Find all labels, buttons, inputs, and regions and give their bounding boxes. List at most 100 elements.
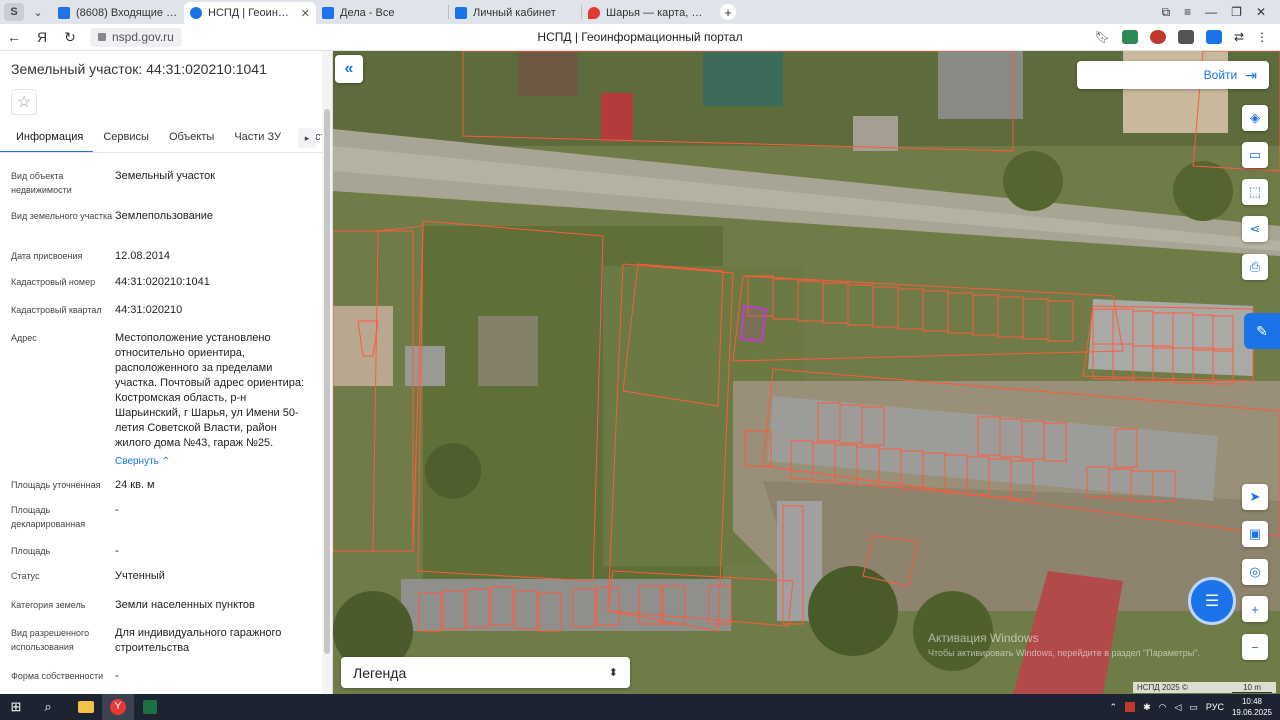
login-button[interactable]: Войти ⇥ <box>1077 61 1269 89</box>
browser-tab-nspd[interactable]: НСПД | Геоинформационный ✕ <box>184 2 316 24</box>
property-key: Форма собственности <box>11 671 104 681</box>
url-field[interactable]: nspd.gov.ru <box>90 27 182 47</box>
tabs-list-icon[interactable]: ⌄ <box>28 3 48 21</box>
collapse-panel-button[interactable]: « <box>335 55 363 83</box>
property-value: Для индивидуального гаражного строительс… <box>115 627 282 654</box>
tab-services[interactable]: Сервисы <box>93 123 159 152</box>
copyright-text: НСПД 2025 © <box>1137 683 1188 692</box>
new-tab-button[interactable]: + <box>720 4 736 20</box>
extension-icon[interactable] <box>1177 30 1194 44</box>
favorite-star-icon[interactable]: ☆ <box>11 89 37 115</box>
back-icon[interactable]: ← <box>0 29 28 45</box>
map-view[interactable]: « Войти ⇥ ◈ ▭ ⬚ ⋖ ⎙ ✎ ➤ ▣ ◎ + − ☰ Актива… <box>333 51 1280 694</box>
translate-icon[interactable]: ⇄ <box>1234 30 1244 44</box>
tab-objects[interactable]: Объекты <box>159 123 224 152</box>
clock-time: 10:48 <box>1241 697 1262 706</box>
layers-button[interactable]: ◈ <box>1242 105 1268 131</box>
tray-app-icon[interactable]: ✱ <box>1143 702 1151 713</box>
support-chat-button[interactable]: ☰ <box>1188 577 1236 625</box>
search-icon[interactable]: ⌕ <box>32 694 64 720</box>
satellite-imagery <box>333 51 1280 694</box>
downloads-icon[interactable]: ≡ <box>1184 5 1191 19</box>
property-row: Вид объекта недвижимости Земельный участ… <box>11 169 315 197</box>
file-explorer-icon[interactable] <box>70 694 102 720</box>
property-key: Вид разрешенного использования <box>11 628 90 652</box>
menu-icon[interactable]: ⋮ <box>1256 30 1268 44</box>
side-panel-toggle[interactable]: ✎ <box>1244 313 1280 349</box>
tab-parts[interactable]: Части ЗУ <box>224 123 291 152</box>
browser-tab-tasks[interactable]: Дела - Все <box>316 2 448 24</box>
volume-icon[interactable]: ◁ <box>1174 702 1181 713</box>
search-location-button[interactable]: ◎ <box>1242 559 1268 585</box>
mail-icon <box>58 7 70 19</box>
info-tabs: Информация Сервисы Объекты Части ЗУ Сост… <box>0 123 322 153</box>
tab-title: Дела - Все <box>340 7 395 19</box>
wifi-icon[interactable]: ◠ <box>1159 702 1167 713</box>
browser-tab-cabinet[interactable]: Личный кабинет <box>449 2 581 24</box>
property-key: Вид объекта недвижимости <box>11 171 72 195</box>
yandex-browser-taskbar-icon[interactable]: Y <box>102 694 134 720</box>
property-value: 24 кв. м <box>115 479 155 491</box>
clock[interactable]: 10:48 19.06.2025 <box>1232 696 1272 718</box>
share-button[interactable]: ⋖ <box>1242 216 1268 242</box>
measure-button[interactable]: ▭ <box>1242 142 1268 168</box>
bookmarks-icon[interactable]: ⧉ <box>1162 5 1171 20</box>
object-info-panel: Земельный участок: 44:31:020210:1041 ☆ И… <box>0 51 333 694</box>
chat-bubble-icon: ✎ <box>1256 322 1268 339</box>
zoom-in-button[interactable]: + <box>1242 596 1268 622</box>
property-value: Земли населенных пунктов <box>115 599 255 611</box>
tabs-scroll-right-icon[interactable]: ▸ <box>298 128 316 148</box>
bookmark-icon[interactable]: 🔖︎ <box>1095 30 1110 44</box>
property-row: Кадастровый номер 44:31:020210:1041 <box>11 275 315 290</box>
panel-title: Земельный участок: 44:31:020210:1041 <box>11 61 267 77</box>
yandex-menu-icon[interactable]: S <box>4 3 24 21</box>
url-text: nspd.gov.ru <box>112 30 174 44</box>
shield-icon <box>455 7 467 19</box>
property-key: Площадь уточненная <box>11 480 101 490</box>
legend-selector[interactable]: Легенда ⬍ <box>341 657 630 688</box>
minimap-icon: ▣ <box>1248 526 1262 541</box>
share-icon: ⋖ <box>1249 221 1261 236</box>
tab-bar-left: S ⌄ <box>0 3 52 21</box>
restore-icon[interactable]: ❐ <box>1231 5 1242 19</box>
property-key: Площадь декларированная <box>11 505 86 529</box>
scrollbar-thumb[interactable] <box>324 109 330 654</box>
minimize-icon[interactable]: — <box>1205 5 1217 19</box>
yandex-icon[interactable]: Я <box>28 29 56 45</box>
close-window-icon[interactable]: ✕ <box>1256 5 1266 19</box>
property-value: Землепользование <box>115 210 214 222</box>
zoom-out-button[interactable]: − <box>1242 634 1268 660</box>
map-pin-icon <box>588 7 600 19</box>
browser-tab-bar: S ⌄ (8608) Входящие - Почта НСПД | Геоин… <box>0 0 1280 24</box>
print-button[interactable]: ⎙ <box>1242 254 1268 280</box>
property-key: Кадастровый квартал <box>11 305 102 315</box>
property-row-address: Адрес Местоположение установлено относит… <box>11 331 315 469</box>
browser-tab-map[interactable]: Шарья — карта, что посм <box>582 2 714 24</box>
minimap-button[interactable]: ▣ <box>1242 521 1268 547</box>
start-icon[interactable]: ⊞ <box>0 694 32 720</box>
reload-icon[interactable]: ↻ <box>56 29 84 46</box>
close-tab-icon[interactable]: ✕ <box>301 7 310 20</box>
extension-icon[interactable] <box>1121 30 1138 44</box>
property-value: 44:31:020210 <box>115 304 183 316</box>
tab-information[interactable]: Информация <box>0 123 94 152</box>
panel-scrollbar[interactable] <box>322 51 332 694</box>
windows-activation-title: Активация Windows <box>928 631 1039 645</box>
layers-icon: ◈ <box>1250 110 1260 125</box>
battery-icon[interactable]: ▭ <box>1189 702 1198 713</box>
select-area-button[interactable]: ⬚ <box>1242 179 1268 205</box>
navigation-arrow-icon: ➤ <box>1249 489 1261 504</box>
property-row: Категория земель Земли населенных пункто… <box>11 598 315 613</box>
map-copyright: НСПД 2025 © 10 m <box>1133 682 1276 693</box>
property-key: Площадь <box>11 546 51 556</box>
tray-app-icon[interactable] <box>1125 702 1136 712</box>
excel-icon[interactable] <box>134 694 166 720</box>
tray-expand-icon[interactable]: ⌃ <box>1110 702 1118 713</box>
extension-icon[interactable] <box>1149 30 1166 44</box>
input-language[interactable]: РУС <box>1206 702 1224 712</box>
locate-button[interactable]: ➤ <box>1242 484 1268 510</box>
browser-tab-mail[interactable]: (8608) Входящие - Почта <box>52 2 184 24</box>
collapse-link[interactable]: Свернуть ⌃ <box>115 454 170 469</box>
property-row: Площадь - <box>11 544 315 559</box>
extension-icon[interactable] <box>1205 30 1222 44</box>
